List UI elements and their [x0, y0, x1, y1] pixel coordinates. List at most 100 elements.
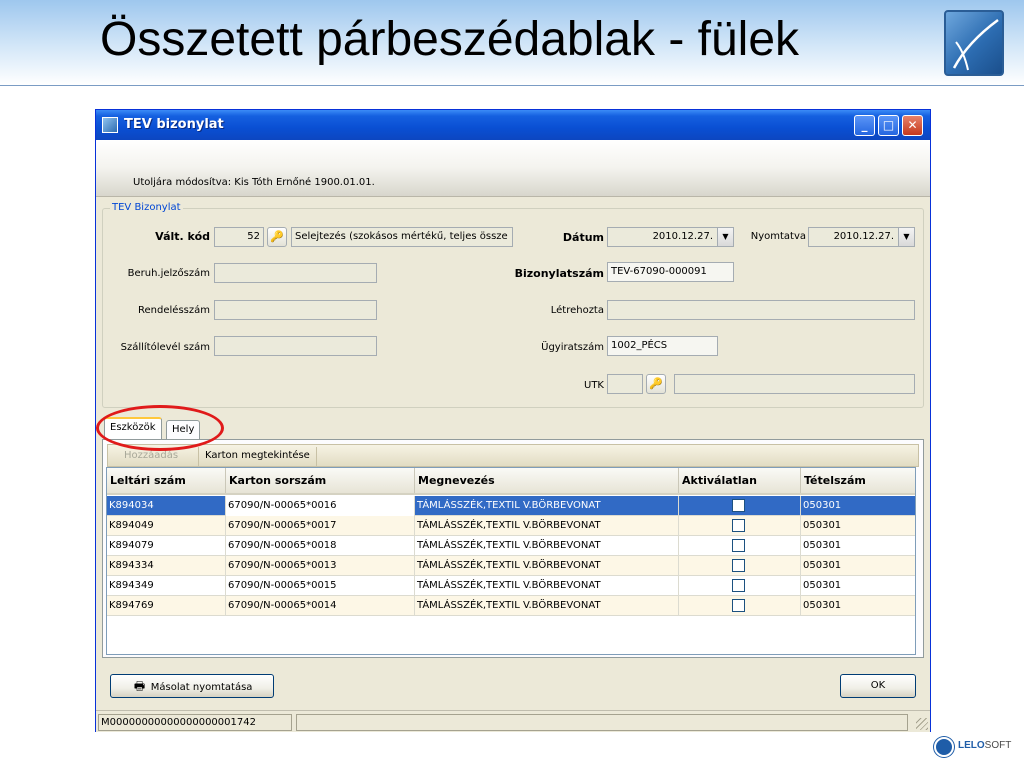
printer-icon: 🖶	[133, 679, 146, 693]
cell-aktivalatlan	[679, 556, 801, 576]
cell-leltari: K894049	[107, 516, 226, 536]
grid-header: Leltári szám Karton sorszám Megnevezés A…	[107, 468, 915, 495]
cell-aktivalatlan	[679, 536, 801, 556]
valt-kod-label: Vált. kód	[155, 230, 210, 243]
cell-leltari: K894079	[107, 536, 226, 556]
table-row[interactable]: K894334 67090/N-00065*0013 TÁMLÁSSZÉK,TE…	[107, 556, 915, 576]
info-band: Utoljára módosítva: Kis Tóth Ernőné 1900…	[96, 140, 930, 197]
app-logo-icon	[944, 10, 1004, 76]
status-code: M00000000000000000001742	[98, 714, 292, 731]
cell-aktivalatlan	[679, 576, 801, 596]
utk-description	[674, 374, 915, 394]
table-row[interactable]: K894034 67090/N-00065*0016 TÁMLÁSSZÉK,TE…	[107, 496, 915, 516]
letrehozta-field[interactable]	[607, 300, 915, 320]
dropdown-arrow-icon[interactable]: ▼	[898, 228, 914, 246]
checkbox-icon[interactable]	[732, 599, 745, 612]
datum-label: Dátum	[562, 231, 604, 244]
window-titlebar[interactable]: TEV bizonylat _ □ ✕	[96, 110, 930, 140]
column-header[interactable]: Leltári szám	[107, 468, 226, 493]
print-copy-button[interactable]: 🖶 Másolat nyomtatása	[110, 674, 274, 698]
resize-grip[interactable]	[916, 718, 928, 730]
letrehozta-label: Létrehozta	[550, 305, 604, 316]
cell-megnevezes: TÁMLÁSSZÉK,TEXTIL V.BÖRBEVONAT	[415, 596, 679, 616]
rendeles-label: Rendelésszám	[138, 305, 210, 316]
assets-grid[interactable]: Leltári szám Karton sorszám Megnevezés A…	[106, 467, 916, 655]
cell-leltari: K894769	[107, 596, 226, 616]
cell-tetel: 050301	[801, 516, 915, 536]
rendeles-field[interactable]	[214, 300, 377, 320]
cell-karton: 67090/N-00065*0016	[226, 496, 415, 516]
column-header[interactable]: Megnevezés	[415, 468, 679, 493]
table-row[interactable]: K894049 67090/N-00065*0017 TÁMLÁSSZÉK,TE…	[107, 516, 915, 536]
window-title: TEV bizonylat	[124, 117, 224, 132]
cell-megnevezes: TÁMLÁSSZÉK,TEXTIL V.BÖRBEVONAT	[415, 556, 679, 576]
slide-header: Összetett párbeszédablak - fülek	[0, 0, 1024, 86]
szallito-field[interactable]	[214, 336, 377, 356]
checkbox-icon[interactable]	[732, 499, 745, 512]
utk-field[interactable]	[607, 374, 643, 394]
fieldset-legend: TEV Bizonylat	[110, 202, 183, 213]
minimize-button[interactable]: _	[854, 115, 875, 136]
checkbox-icon[interactable]	[732, 519, 745, 532]
cell-karton: 67090/N-00065*0013	[226, 556, 415, 576]
cell-leltari: K894034	[107, 496, 226, 516]
tabs-highlight-circle	[96, 405, 224, 451]
column-header[interactable]: Karton sorszám	[226, 468, 415, 493]
valt-kod-description: Selejtezés (szokásos mértékű, teljes öss…	[291, 227, 513, 247]
datum-field[interactable]: 2010.12.27.	[607, 227, 734, 247]
cell-leltari: K894349	[107, 576, 226, 596]
key-icon[interactable]: 🔑	[267, 227, 287, 247]
ugyiratszam-label: Ügyiratszám	[541, 342, 604, 353]
cell-tetel: 050301	[801, 556, 915, 576]
cell-karton: 67090/N-00065*0015	[226, 576, 415, 596]
cell-megnevezes: TÁMLÁSSZÉK,TEXTIL V.BÖRBEVONAT	[415, 496, 679, 516]
status-bar: M00000000000000000001742	[96, 710, 930, 732]
lelosoft-brand: LELOSOFT	[934, 736, 1020, 758]
table-row[interactable]: K894769 67090/N-00065*0014 TÁMLÁSSZÉK,TE…	[107, 596, 915, 616]
maximize-button[interactable]: □	[878, 115, 899, 136]
bizonylatszam-label: Bizonylatszám	[514, 267, 604, 280]
modified-info: Utoljára módosítva: Kis Tóth Ernőné 1900…	[133, 177, 375, 188]
cell-aktivalatlan	[679, 496, 801, 516]
cell-karton: 67090/N-00065*0017	[226, 516, 415, 536]
brand-logo-icon	[934, 737, 954, 757]
table-row[interactable]: K894349 67090/N-00065*0015 TÁMLÁSSZÉK,TE…	[107, 576, 915, 596]
ok-button[interactable]: OK	[840, 674, 916, 698]
brand-name: LELOSOFT	[958, 740, 1012, 751]
cell-tetel: 050301	[801, 596, 915, 616]
dropdown-arrow-icon[interactable]: ▼	[717, 228, 733, 246]
slide-title: Összetett párbeszédablak - fülek	[100, 13, 800, 66]
print-copy-label: Másolat nyomtatása	[150, 682, 253, 693]
cell-leltari: K894334	[107, 556, 226, 576]
status-empty	[296, 714, 908, 731]
checkbox-icon[interactable]	[732, 559, 745, 572]
cell-megnevezes: TÁMLÁSSZÉK,TEXTIL V.BÖRBEVONAT	[415, 576, 679, 596]
cell-tetel: 050301	[801, 576, 915, 596]
utk-label: UTK	[584, 380, 604, 391]
cell-megnevezes: TÁMLÁSSZÉK,TEXTIL V.BÖRBEVONAT	[415, 536, 679, 556]
cell-megnevezes: TÁMLÁSSZÉK,TEXTIL V.BÖRBEVONAT	[415, 516, 679, 536]
grid-toolbar: Hozzáadás Karton megtekintése	[107, 444, 919, 467]
checkbox-icon[interactable]	[732, 539, 745, 552]
nyomtatva-label: Nyomtatva	[750, 231, 806, 242]
beruh-field[interactable]	[214, 263, 377, 283]
checkbox-icon[interactable]	[732, 579, 745, 592]
szallito-label: Szállítólevél szám	[120, 342, 210, 353]
cell-aktivalatlan	[679, 516, 801, 536]
cell-tetel: 050301	[801, 496, 915, 516]
cell-karton: 67090/N-00065*0014	[226, 596, 415, 616]
column-header[interactable]: Aktiválatlan	[679, 468, 801, 493]
window-icon	[102, 117, 118, 133]
beruh-label: Beruh.jelzőszám	[127, 268, 210, 279]
valt-kod-field[interactable]: 52	[214, 227, 264, 247]
cell-aktivalatlan	[679, 596, 801, 616]
bizonylatszam-field[interactable]: TEV-67090-000091	[607, 262, 734, 282]
key-icon[interactable]: 🔑	[646, 374, 666, 394]
close-button[interactable]: ✕	[902, 115, 923, 136]
column-header[interactable]: Tételszám	[801, 468, 915, 493]
ugyiratszam-field[interactable]: 1002_PÉCS	[607, 336, 718, 356]
view-card-button[interactable]: Karton megtekintése	[198, 447, 317, 466]
cell-tetel: 050301	[801, 536, 915, 556]
table-row[interactable]: K894079 67090/N-00065*0018 TÁMLÁSSZÉK,TE…	[107, 536, 915, 556]
cell-karton: 67090/N-00065*0018	[226, 536, 415, 556]
